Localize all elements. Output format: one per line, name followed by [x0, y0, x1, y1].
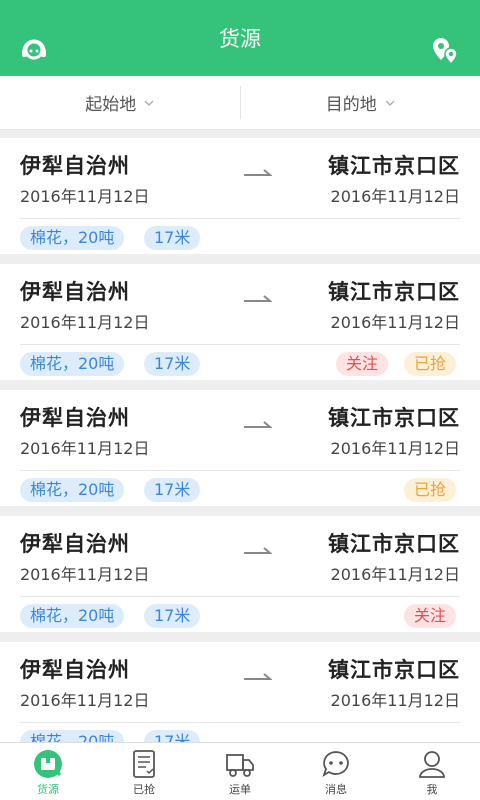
filter-bar: 起始地 目的地: [0, 76, 480, 130]
destination-filter-label: 目的地: [325, 95, 377, 115]
bottom-tab-bar: 货源 已抢 运单 消息 我: [0, 742, 480, 800]
cargo-card[interactable]: 伊犁自治州 镇江市京口区 2016年11月12日 2016年11月12日 棉花，…: [0, 264, 480, 380]
destination-city: 镇江市京口区: [328, 154, 460, 178]
chevron-down-icon: [385, 100, 395, 106]
card-divider: [20, 218, 460, 219]
cargo-list[interactable]: 伊犁自治州 镇江市京口区 2016年11月12日 2016年11月12日 棉花，…: [0, 130, 480, 742]
tab-grabbed[interactable]: 已抢: [96, 743, 192, 800]
origin-city: 伊犁自治州: [20, 280, 130, 304]
tab-label: 已抢: [133, 783, 155, 796]
length-tag: 17米: [144, 478, 201, 502]
card-divider: [20, 722, 460, 723]
truck-icon: [226, 754, 254, 777]
tab-label: 消息: [325, 783, 347, 796]
destination-city: 镇江市京口区: [328, 532, 460, 556]
origin-filter[interactable]: 起始地: [0, 76, 240, 129]
destination-date: 2016年11月12日: [330, 565, 460, 584]
chevron-down-icon: [144, 100, 154, 106]
user-icon: [419, 751, 445, 778]
card-divider: [20, 596, 460, 597]
length-tag: 17米: [144, 226, 201, 250]
location-pins-icon[interactable]: [430, 36, 460, 66]
cargo-tag: 棉花，20吨: [20, 226, 125, 250]
cargo-tag: 棉花，20吨: [20, 730, 125, 742]
cargo-card[interactable]: 伊犁自治州 镇江市京口区 2016年11月12日 2016年11月12日 棉花，…: [0, 642, 480, 742]
origin-date: 2016年11月12日: [20, 565, 150, 584]
cargo-card[interactable]: 伊犁自治州 镇江市京口区 2016年11月12日 2016年11月12日 棉花，…: [0, 390, 480, 506]
card-divider: [20, 344, 460, 345]
cargo-tag: 棉花，20吨: [20, 478, 125, 502]
destination-city: 镇江市京口区: [328, 280, 460, 304]
origin-date: 2016年11月12日: [20, 187, 150, 206]
origin-city: 伊犁自治州: [20, 532, 130, 556]
follow-badge[interactable]: 关注: [404, 604, 457, 628]
origin-date: 2016年11月12日: [20, 691, 150, 710]
page-title: 货源: [219, 27, 261, 51]
destination-filter[interactable]: 目的地: [241, 76, 480, 129]
origin-date: 2016年11月12日: [20, 313, 150, 332]
tab-label: 我: [426, 783, 438, 796]
tab-waybill[interactable]: 运单: [192, 743, 288, 800]
origin-city: 伊犁自治州: [20, 154, 130, 178]
origin-city: 伊犁自治州: [20, 406, 130, 430]
arrow-right-icon: [244, 547, 272, 554]
tab-messages[interactable]: 消息: [288, 743, 384, 800]
cargo-tag: 棉花，20吨: [20, 604, 125, 628]
cargo-tag: 棉花，20吨: [20, 352, 125, 376]
document-icon: [133, 750, 155, 778]
grabbed-badge: 已抢: [404, 352, 457, 376]
arrow-right-icon: [244, 421, 272, 428]
tab-label: 运单: [229, 783, 251, 796]
tab-me[interactable]: 我: [384, 743, 480, 800]
arrow-right-icon: [244, 295, 272, 302]
length-tag: 17米: [144, 352, 201, 376]
cargo-card[interactable]: 伊犁自治州 镇江市京口区 2016年11月12日 2016年11月12日 棉花，…: [0, 516, 480, 632]
length-tag: 17米: [144, 604, 201, 628]
card-divider: [20, 470, 460, 471]
cargo-icon: [34, 750, 62, 778]
destination-city: 镇江市京口区: [328, 406, 460, 430]
top-bar: 货源: [0, 0, 480, 76]
cargo-card[interactable]: 伊犁自治州 镇江市京口区 2016年11月12日 2016年11月12日 棉花，…: [0, 138, 480, 254]
destination-date: 2016年11月12日: [330, 439, 460, 458]
origin-filter-label: 起始地: [85, 95, 137, 115]
origin-date: 2016年11月12日: [20, 439, 150, 458]
destination-date: 2016年11月12日: [330, 313, 460, 332]
grabbed-badge: 已抢: [404, 478, 457, 502]
follow-badge[interactable]: 关注: [336, 352, 389, 376]
tab-cargo[interactable]: 货源: [0, 743, 96, 800]
origin-city: 伊犁自治州: [20, 658, 130, 682]
destination-city: 镇江市京口区: [328, 658, 460, 682]
destination-date: 2016年11月12日: [330, 691, 460, 710]
tab-label: 货源: [37, 783, 59, 796]
message-icon: [322, 751, 349, 778]
arrow-right-icon: [244, 673, 272, 680]
destination-date: 2016年11月12日: [330, 187, 460, 206]
arrow-right-icon: [244, 169, 272, 176]
customer-service-icon[interactable]: [20, 36, 48, 64]
length-tag: 17米: [144, 730, 201, 742]
